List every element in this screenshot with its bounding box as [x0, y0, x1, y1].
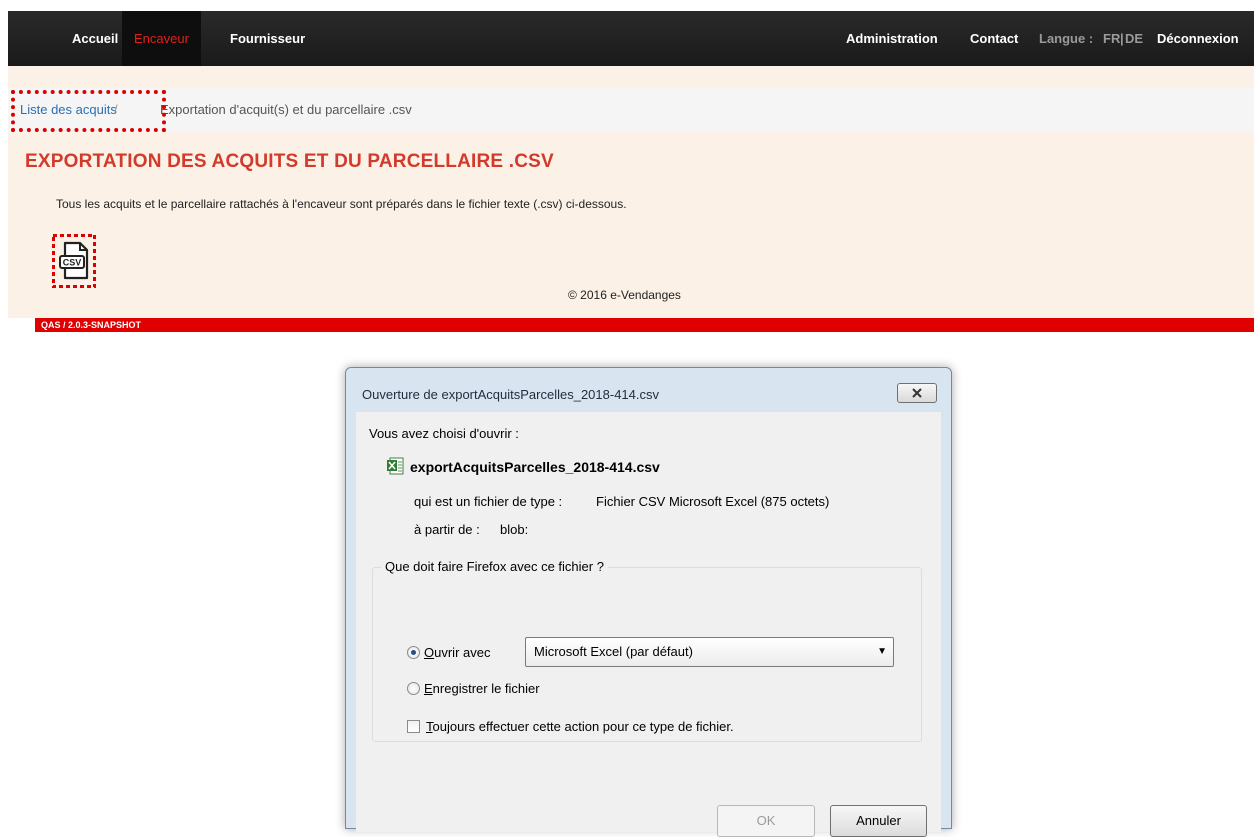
open-with-app-select[interactable]: Microsoft Excel (par défaut) ▼ [525, 637, 894, 667]
dialog-filename: exportAcquitsParcelles_2018-414.csv [410, 459, 660, 475]
chevron-down-icon: ▼ [877, 646, 887, 657]
footer-copyright: © 2016 e-Vendanges [568, 288, 681, 302]
page-title: EXPORTATION DES ACQUITS ET DU PARCELLAIR… [25, 151, 554, 172]
page-description: Tous les acquits et le parcellaire ratta… [56, 197, 627, 211]
csv-file-icon: CSV [51, 233, 97, 289]
open-with-app-value: Microsoft Excel (par défaut) [534, 644, 693, 659]
nav-encaveur[interactable]: Encaveur [122, 11, 201, 66]
action-group-legend: Que doit faire Firefox avec ce fichier ? [381, 559, 608, 574]
nav-accueil[interactable]: Accueil [72, 11, 118, 66]
csv-download-icon[interactable]: CSV [51, 233, 97, 289]
dialog-body: Vous avez choisi d'ouvrir : exportAcquit… [356, 412, 941, 837]
csv-icon-label: CSV [63, 258, 82, 268]
breadcrumb-current: Exportation d'acquit(s) et du parcellair… [160, 102, 412, 117]
always-do-checkbox[interactable] [407, 720, 420, 733]
open-with-label[interactable]: Ouvrir avec [424, 645, 490, 660]
always-do-label[interactable]: Toujours effectuer cette action pour ce … [426, 719, 734, 734]
dialog-title: Ouverture de exportAcquitsParcelles_2018… [362, 387, 659, 402]
lang-fr[interactable]: FR [1103, 11, 1120, 66]
nav-administration[interactable]: Administration [846, 11, 938, 66]
close-icon [912, 388, 922, 398]
version-label: QAS / 2.0.3-SNAPSHOT [41, 320, 142, 330]
dialog-close-button[interactable] [897, 383, 937, 403]
from-value: blob: [500, 522, 529, 537]
highlight-box-breadcrumb [11, 90, 166, 132]
save-file-radio[interactable] [407, 682, 420, 695]
nav-fournisseur[interactable]: Fournisseur [230, 11, 305, 66]
save-file-label[interactable]: Enregistrer le fichier [424, 681, 540, 696]
language-label: Langue : [1039, 31, 1094, 46]
open-file-dialog: Ouverture de exportAcquitsParcelles_2018… [345, 367, 952, 837]
top-navbar: Accueil Encaveur Fournisseur Administrat… [8, 11, 1254, 66]
lang-separator: | [1120, 31, 1124, 46]
from-label: à partir de : [414, 522, 480, 537]
version-bar: QAS / 2.0.3-SNAPSHOT [35, 318, 1254, 332]
lang-de[interactable]: DE [1125, 11, 1143, 66]
file-type-value: Fichier CSV Microsoft Excel (875 octets) [596, 494, 830, 509]
chosen-label: Vous avez choisi d'ouvrir : [369, 426, 519, 441]
file-type-label: qui est un fichier de type : [414, 494, 563, 509]
open-with-radio[interactable] [407, 646, 420, 659]
cancel-button[interactable]: Annuler [830, 805, 927, 837]
ok-button[interactable]: OK [717, 805, 815, 837]
breadcrumb: Liste des acquits / Exportation d'acquit… [8, 88, 1254, 131]
excel-file-icon [386, 457, 404, 475]
nav-deconnexion[interactable]: Déconnexion [1157, 11, 1239, 66]
nav-contact[interactable]: Contact [970, 11, 1018, 66]
